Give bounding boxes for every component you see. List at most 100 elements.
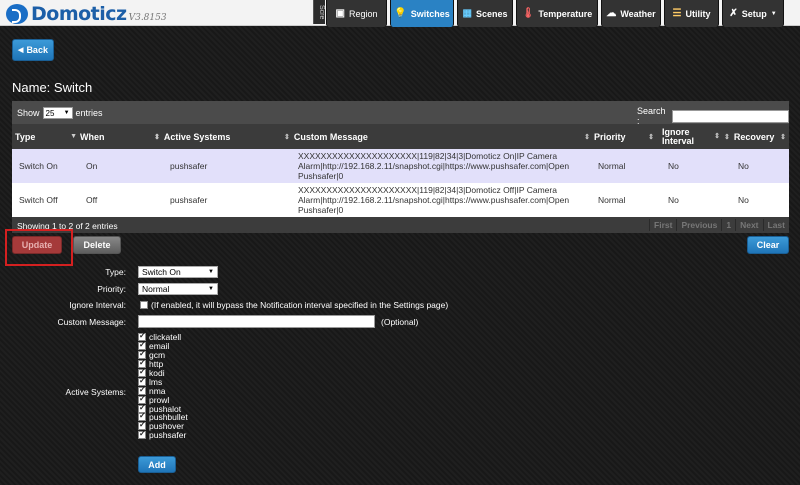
nav-temperature[interactable]: 🌡 Temperature [516, 0, 598, 27]
nav-label: Switches [410, 8, 450, 19]
col-priority[interactable]: Priority ⇕ [594, 124, 654, 149]
notifications-table: Show 25 ▼ entries Search : Type ▼ When ⇕ ⇕… [12, 101, 789, 233]
col-when-label: When [80, 131, 105, 142]
pager-previous[interactable]: Previous [676, 219, 721, 231]
custom-message-label: Custom Message: [57, 317, 127, 327]
pagination: First Previous 1 Next Last [649, 219, 789, 231]
chevron-down-icon: ▼ [208, 269, 214, 275]
checkbox[interactable] [138, 429, 146, 440]
col-ignore-label: Ignore Interval [662, 126, 695, 146]
col-type[interactable]: Type ▼ [15, 124, 77, 149]
priority-select[interactable]: Normal ▼ [138, 283, 218, 295]
col-systems-label: Active Systems [163, 131, 231, 142]
chevron-down-icon: ▼ [770, 10, 777, 17]
ignore-interval-row: (If enabled, it will bypass the Notifica… [140, 300, 448, 310]
cell-type: Switch Off [19, 195, 58, 205]
type-value: Switch On [142, 267, 181, 277]
logo[interactable]: Domoticz V3.8153 [6, 3, 167, 25]
cell-when: Off [86, 195, 98, 205]
col-when[interactable]: When ⇕ [80, 124, 160, 149]
back-label: Back [26, 45, 48, 55]
ignore-interval-checkbox[interactable] [140, 301, 148, 309]
col-message-label: Custom Message [293, 131, 368, 142]
search-input[interactable] [672, 109, 789, 123]
cell-when: On [86, 161, 98, 171]
thermometer-icon: 🌡 [521, 8, 535, 19]
utility-icon: ☰ [672, 8, 682, 19]
cell-systems: pushsafer [170, 161, 208, 171]
col-type-label: Type [15, 131, 36, 142]
nav-label: Region [348, 8, 378, 19]
clear-label: Clear [756, 240, 780, 250]
chevron-down-icon: ▼ [208, 286, 214, 292]
app-name: Domoticz [31, 3, 127, 25]
pager-page[interactable]: 1 [721, 219, 735, 231]
col-systems[interactable]: ⇕ Active Systems [154, 124, 284, 149]
cell-recovery: No [738, 195, 749, 205]
page-size-value: 25 [45, 108, 55, 118]
pager-last[interactable]: Last [762, 219, 789, 231]
nav-region[interactable]: ▣ Region [326, 0, 387, 27]
cell-message: XXXXXXXXXXXXXXXXXXXXX|119|82|34|3|Domoti… [298, 185, 570, 215]
scenes-icon: ▦ [462, 8, 472, 19]
optional-label: (Optional) [381, 317, 419, 327]
add-button[interactable]: Add [138, 456, 176, 473]
ignore-interval-label: Ignore Interval: [69, 300, 126, 310]
nav-scenes[interactable]: ▦ Scenes [457, 0, 513, 27]
priority-label: Priority: [97, 284, 126, 294]
screen-tab[interactable]: Scre [313, 0, 325, 24]
nav-label: Setup [741, 8, 767, 19]
table-header: Type ▼ When ⇕ ⇕ Active Systems ⇕ Custom Mess… [12, 124, 789, 149]
monitor-icon: ▣ [335, 8, 345, 19]
table-row[interactable]: Switch Off Off pushsafer XXXXXXXXXXXXXXX… [12, 183, 789, 217]
col-recovery-label: Recovery [733, 131, 775, 142]
page-title: Name: Switch [12, 80, 93, 95]
back-button[interactable]: ◀ Back [12, 39, 54, 61]
cell-message: XXXXXXXXXXXXXXXXXXXXX|119|82|34|3|Domoti… [298, 151, 570, 181]
bulb-icon: 💡 [394, 8, 407, 19]
cell-type: Switch On [19, 161, 58, 171]
nav-label: Temperature [538, 8, 593, 19]
cloud-icon: ☁ [606, 8, 617, 19]
delete-button[interactable]: Delete [73, 236, 121, 254]
cell-systems: pushsafer [170, 195, 208, 205]
sort-icon: ⇕ [780, 133, 786, 141]
nav-switches[interactable]: 💡 Switches [390, 0, 454, 27]
nav-label: Utility [685, 8, 711, 19]
pager-next[interactable]: Next [735, 219, 762, 231]
update-button[interactable]: Update [12, 236, 62, 254]
domoticz-logo-icon [6, 4, 28, 24]
delete-label: Delete [83, 240, 111, 250]
col-priority-label: Priority [594, 131, 626, 142]
pager-first[interactable]: First [649, 219, 676, 231]
clear-button[interactable]: Clear [747, 236, 789, 254]
type-select[interactable]: Switch On ▼ [138, 266, 218, 278]
col-recovery[interactable]: ⇕ Recovery ⇕ [724, 124, 786, 149]
show-label: Show [17, 108, 40, 118]
cell-ignore: No [668, 161, 679, 171]
priority-value: Normal [142, 284, 170, 294]
col-ignore[interactable]: Ignore Interval ⇕ [662, 124, 720, 149]
sort-icon: ⇕ [584, 133, 590, 141]
nav-weather[interactable]: ☁ Weather [601, 0, 661, 27]
col-message[interactable]: ⇕ Custom Message ⇕ [284, 124, 590, 149]
ignore-interval-hint: (If enabled, it will bypass the Notifica… [151, 300, 449, 310]
cell-priority: Normal [598, 195, 626, 205]
table-controls: Show 25 ▼ entries Search : [12, 101, 789, 126]
nav-setup[interactable]: ✗ Setup ▼ [722, 0, 784, 27]
table-row[interactable]: Switch On On pushsafer XXXXXXXXXXXXXXXXX… [12, 149, 789, 183]
nav-utility[interactable]: ☰ Utility [664, 0, 719, 27]
sort-icon: ⇕ [154, 133, 160, 141]
app-version: V3.8153 [128, 13, 167, 23]
nav-label: Weather [620, 8, 656, 19]
page-size-select[interactable]: 25 ▼ [42, 107, 73, 119]
chevron-down-icon: ▼ [63, 110, 70, 116]
cell-recovery: No [738, 161, 749, 171]
sort-icon: ⇕ [714, 133, 720, 140]
update-label: Update [21, 240, 53, 250]
cell-priority: Normal [598, 161, 626, 171]
custom-message-input[interactable] [138, 315, 375, 328]
system-item-pushsafer[interactable]: pushsafer [138, 429, 188, 440]
table-footer: Showing 1 to 2 of 2 entries First Previo… [12, 217, 789, 233]
entries-label: entries [75, 108, 103, 118]
